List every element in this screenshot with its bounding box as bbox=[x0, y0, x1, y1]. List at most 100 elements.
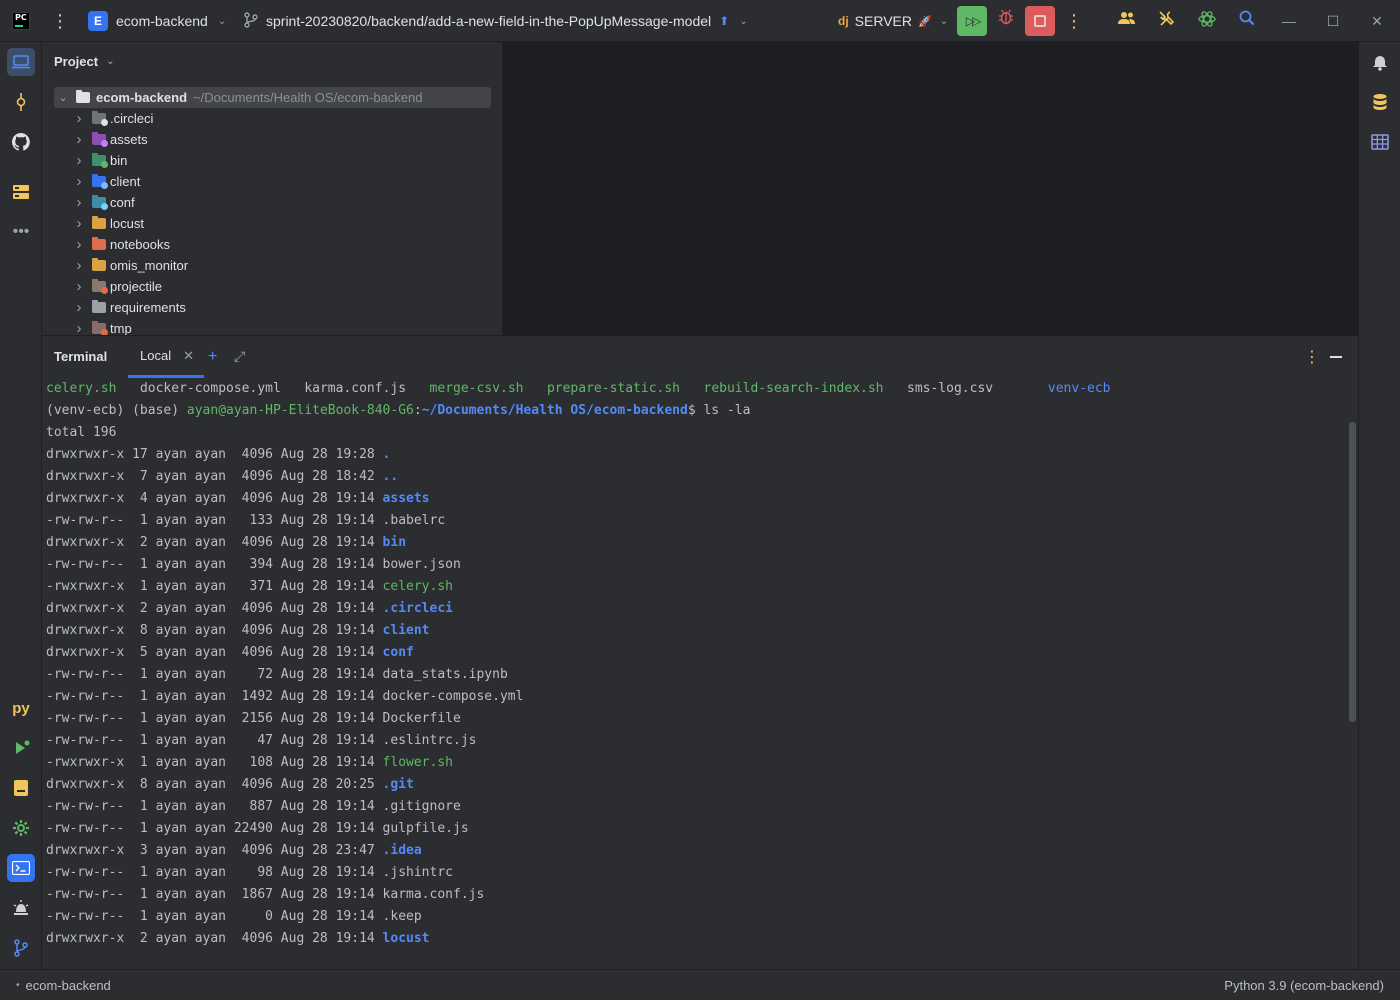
tree-item[interactable]: › projectile bbox=[72, 276, 163, 297]
tree-item[interactable]: › assets bbox=[72, 129, 148, 150]
chevron-down-icon: ⌄ bbox=[217, 15, 227, 27]
chevron-right-icon[interactable]: › bbox=[72, 236, 86, 253]
python-interpreter-widget[interactable]: Python 3.9 (ecom-backend) bbox=[1224, 978, 1384, 993]
sciview-table-icon[interactable] bbox=[1366, 128, 1394, 156]
maximize-window-button[interactable]: ☐ bbox=[1321, 10, 1345, 32]
python-packages-icon[interactable]: py bbox=[7, 694, 35, 722]
more-actions-button[interactable]: ⋮ bbox=[1064, 10, 1084, 32]
listing-meta: -rw-rw-r-- 1 ayan ayan 394 Aug 28 19:14 bbox=[46, 557, 383, 572]
tree-root-ecom-backend[interactable]: ⌄ ecom-backend ~/Documents/Health OS/eco… bbox=[54, 87, 491, 108]
listing-name: .idea bbox=[382, 843, 422, 858]
terminal-prompt-line: (venv-ecb) (base) ayan@ayan-HP-EliteBook… bbox=[46, 400, 750, 422]
listing-meta: drwxrwxr-x 8 ayan ayan 4096 Aug 28 19:14 bbox=[46, 623, 383, 638]
listing-name: .eslintrc.js bbox=[382, 733, 477, 748]
project-view-icon[interactable] bbox=[7, 48, 35, 76]
listing-name: . bbox=[382, 447, 391, 462]
folder-badge-icon bbox=[101, 182, 108, 189]
more-tool-windows-icon[interactable]: ••• bbox=[7, 218, 35, 246]
version-control-icon[interactable] bbox=[7, 934, 35, 962]
commit-icon[interactable] bbox=[7, 88, 35, 116]
rerun-button[interactable]: ▷▷ bbox=[957, 6, 987, 36]
problems-icon[interactable] bbox=[7, 894, 35, 922]
search-icon[interactable] bbox=[1235, 10, 1259, 32]
terminal-scrollbar[interactable] bbox=[1349, 422, 1356, 722]
chevron-right-icon[interactable]: › bbox=[72, 215, 86, 232]
stop-button[interactable] bbox=[1025, 6, 1055, 36]
project-panel-header[interactable]: Project ⌄ bbox=[54, 54, 114, 69]
chevron-right-icon[interactable]: › bbox=[72, 152, 86, 169]
code-with-me-icon[interactable] bbox=[1115, 10, 1139, 32]
status-project-name: ecom-backend bbox=[25, 978, 111, 993]
listing-row: drwxrwxr-x 2 ayan ayan 4096 Aug 28 19:14… bbox=[46, 598, 453, 620]
close-tab-icon[interactable]: ✕ bbox=[183, 348, 194, 364]
tree-root-name: ecom-backend bbox=[96, 90, 188, 105]
editor-area[interactable] bbox=[503, 42, 1358, 335]
chevron-right-icon[interactable]: › bbox=[72, 257, 86, 274]
ai-assistant-icon[interactable] bbox=[1195, 10, 1219, 32]
database-icon[interactable] bbox=[1366, 88, 1394, 116]
listing-row: -rw-rw-r-- 1 ayan ayan 1867 Aug 28 19:14… bbox=[46, 884, 484, 906]
folder-badge-icon bbox=[101, 140, 108, 147]
tree-item[interactable]: › omis_monitor bbox=[72, 255, 189, 276]
listing-name: .circleci bbox=[382, 601, 453, 616]
terminal-tab-local[interactable]: Local ✕ bbox=[128, 336, 204, 378]
terminal-header: Terminal Local ✕ + ⤢ ⋮ bbox=[42, 336, 1358, 378]
notifications-bell-icon[interactable] bbox=[1366, 48, 1394, 76]
tree-item[interactable]: › requirements bbox=[72, 297, 186, 318]
listing-row: -rw-rw-r-- 1 ayan ayan 47 Aug 28 19:14 .… bbox=[46, 730, 476, 752]
status-breadcrumb[interactable]: • ecom-backend bbox=[16, 978, 111, 993]
tree-item[interactable]: › bin bbox=[72, 150, 128, 171]
run-config-selector[interactable]: dj SERVER 🚀 ⌄ bbox=[838, 10, 948, 32]
tree-item[interactable]: › .circleci bbox=[72, 108, 154, 129]
new-terminal-plus-icon[interactable]: + bbox=[208, 348, 217, 366]
chevron-right-icon[interactable]: › bbox=[72, 299, 86, 316]
minimize-window-button[interactable]: — bbox=[1277, 10, 1301, 32]
listing-name: .jshintrc bbox=[382, 865, 453, 880]
chevron-right-icon[interactable]: › bbox=[72, 320, 86, 335]
listing-row: -rwxrwxr-x 1 ayan ayan 108 Aug 28 19:14 … bbox=[46, 752, 453, 774]
listing-name: bin bbox=[382, 535, 407, 550]
tree-item[interactable]: › client bbox=[72, 171, 141, 192]
close-window-button[interactable]: ✕ bbox=[1365, 10, 1389, 32]
chevron-right-icon[interactable]: › bbox=[72, 173, 86, 190]
listing-row: -rw-rw-r-- 1 ayan ayan 2156 Aug 28 19:14… bbox=[46, 708, 461, 730]
run-tool-icon[interactable] bbox=[7, 734, 35, 762]
debug-bug-icon[interactable] bbox=[994, 8, 1018, 34]
terminal-options-icon[interactable]: ⋮ bbox=[1304, 347, 1320, 367]
main-menu-button[interactable]: ⋮ bbox=[50, 10, 70, 32]
chevron-right-icon[interactable]: › bbox=[72, 278, 86, 295]
chevron-right-icon[interactable]: › bbox=[72, 194, 86, 211]
tree-item[interactable]: › locust bbox=[72, 213, 144, 234]
prompt-env: (venv-ecb) (base) bbox=[46, 403, 187, 418]
chevron-right-icon[interactable]: › bbox=[72, 110, 86, 127]
chevron-right-icon[interactable]: › bbox=[72, 131, 86, 148]
listing-meta: drwxrwxr-x 2 ayan ayan 4096 Aug 28 19:14 bbox=[46, 931, 383, 946]
terminal-tool-icon[interactable] bbox=[7, 854, 35, 882]
tree-item[interactable]: › notebooks bbox=[72, 234, 171, 255]
branch-switcher[interactable]: sprint-20230820/backend/add-a-new-field-… bbox=[244, 10, 748, 32]
tree-item-label: assets bbox=[110, 132, 148, 147]
project-switcher[interactable]: E ecom-backend ⌄ bbox=[88, 10, 226, 32]
terminal-file-name: sms-log.csv bbox=[907, 381, 994, 396]
tree-item[interactable]: › conf bbox=[72, 192, 135, 213]
listing-name: .gitignore bbox=[382, 799, 461, 814]
tree-item-label: bin bbox=[110, 153, 128, 168]
listing-row: -rw-rw-r-- 1 ayan ayan 72 Aug 28 19:14 d… bbox=[46, 664, 508, 686]
django-icon: dj bbox=[838, 14, 849, 28]
expand-icon[interactable]: ⤢ bbox=[234, 348, 245, 365]
folder-badge-icon bbox=[101, 119, 108, 126]
run-config-name: SERVER bbox=[854, 13, 912, 29]
terminal-output[interactable]: celery.sh docker-compose.yml karma.conf.… bbox=[42, 378, 1358, 970]
services-gear-icon[interactable] bbox=[7, 814, 35, 842]
hide-panel-icon[interactable] bbox=[1330, 356, 1342, 358]
project-tool-window: Project ⌄ ⌄ ecom-backend ~/Documents/Hea… bbox=[42, 42, 503, 335]
tree-item[interactable]: › tmp bbox=[72, 318, 132, 335]
build-tools-icon[interactable] bbox=[1155, 10, 1179, 32]
todo-icon[interactable] bbox=[7, 774, 35, 802]
listing-meta: -rwxrwxr-x 1 ayan ayan 371 Aug 28 19:14 bbox=[46, 579, 383, 594]
folder-icon bbox=[92, 174, 108, 189]
github-icon[interactable] bbox=[7, 128, 35, 156]
folder-icon bbox=[92, 321, 108, 335]
database-tool-icon[interactable] bbox=[7, 178, 35, 206]
listing-row: -rw-rw-r-- 1 ayan ayan 98 Aug 28 19:14 .… bbox=[46, 862, 453, 884]
